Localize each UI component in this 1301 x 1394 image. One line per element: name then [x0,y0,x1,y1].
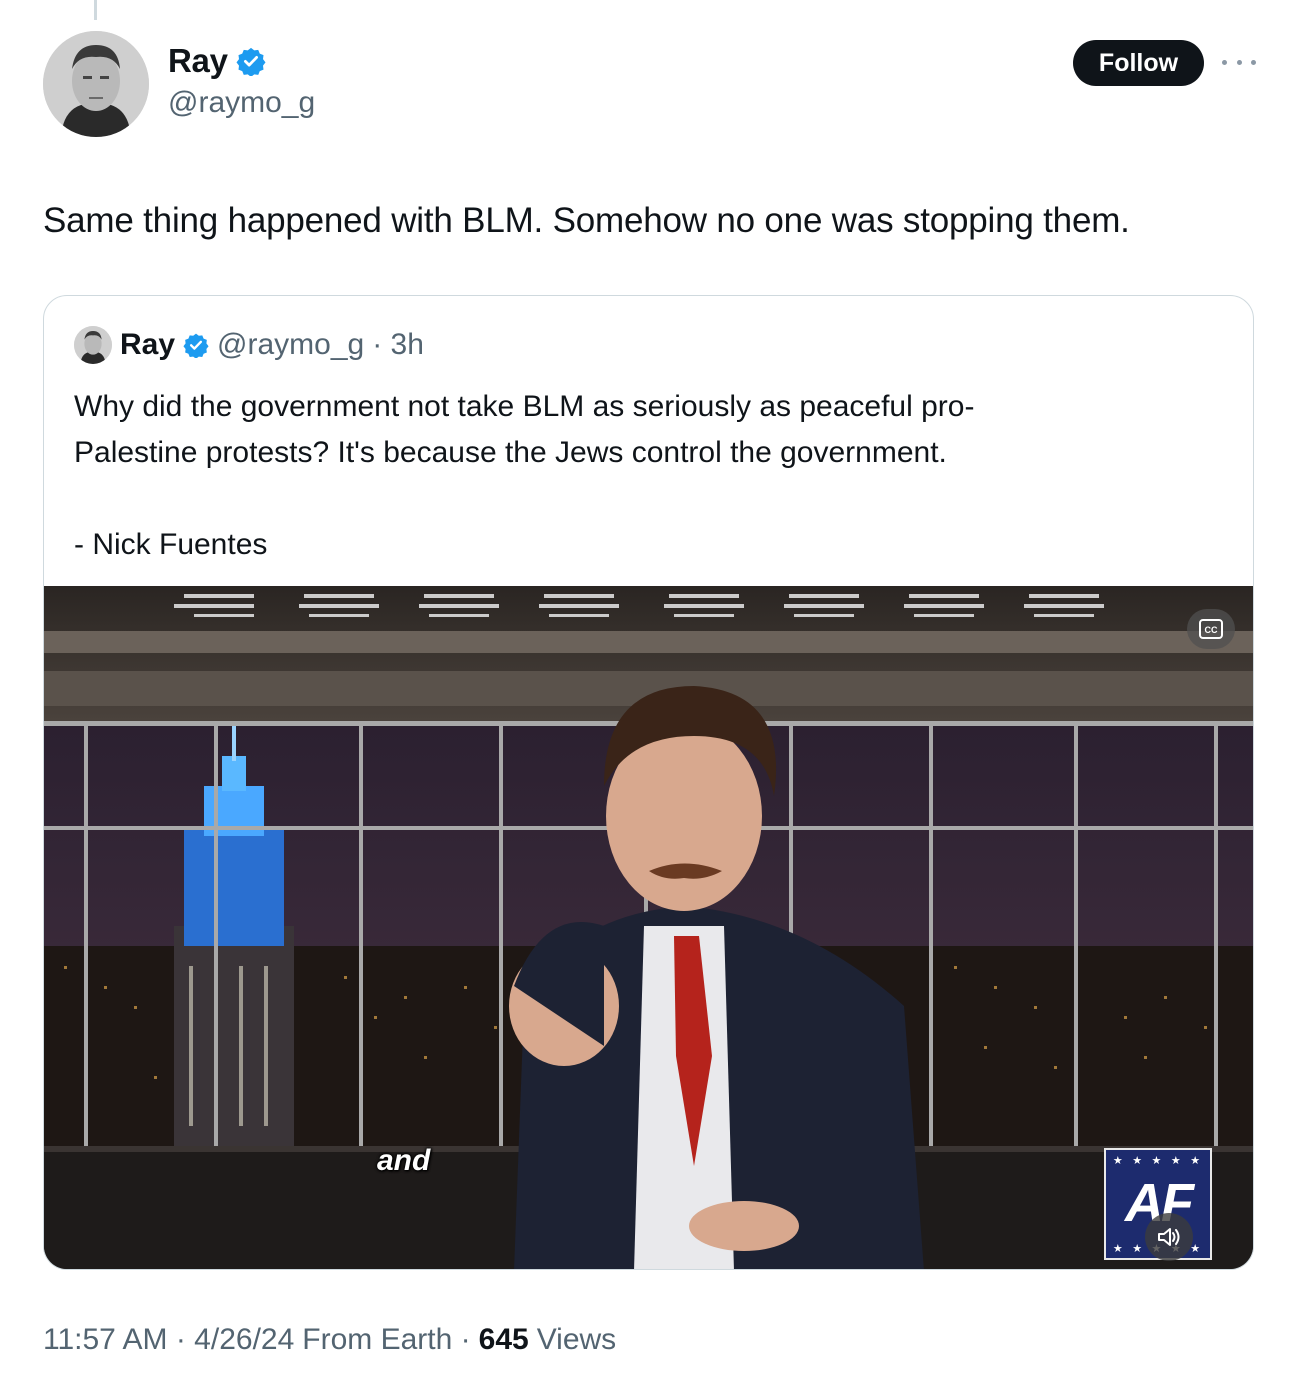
author-display-name[interactable]: Ray [168,42,228,80]
thread-connector-line [94,0,97,20]
quoted-text-line: Why did the government not take BLM as s… [74,390,975,423]
tweet-text: Same thing happened with BLM. Somehow no… [43,201,1130,240]
video-player[interactable]: and CC ★ ★ ★ ★ ★ AF ★ ★ ★ ★ ★ [44,586,1253,1269]
tweet-timestamp[interactable]: 11:57 AM · 4/26/24 [43,1323,294,1357]
tweet-metadata: 11:57 AM · 4/26/24 From Earth · 645 View… [43,1323,616,1357]
quoted-author-name: Ray [120,328,176,361]
more-horizontal-icon[interactable] [1222,50,1256,74]
quoted-tweet-time: · 3h [372,328,424,361]
quoted-author-handle: @raymo_g [217,328,365,361]
closed-captions-icon[interactable]: CC [1187,609,1235,649]
views-count: 645 [478,1323,529,1356]
video-caption-text: and [377,1144,431,1177]
quoted-tweet-card[interactable]: Ray @raymo_g · 3h Why did the government… [43,295,1254,1270]
video-frame [44,586,1253,1269]
tweet-source: From Earth · [302,1323,471,1356]
af-logo-stars-top: ★ ★ ★ ★ ★ [1112,1154,1204,1167]
svg-text:CC: CC [1205,625,1218,635]
quoted-tweet-header: Ray @raymo_g · 3h [74,326,424,364]
follow-button[interactable]: Follow [1073,40,1204,86]
quoted-text-attribution: - Nick Fuentes [74,528,268,561]
quoted-tweet-text: Why did the government not take BLM as s… [74,384,1214,568]
volume-icon[interactable] [1145,1213,1193,1261]
quoted-text-line: Palestine protests? It's because the Jew… [74,436,947,469]
author-name-row[interactable]: Ray [168,42,266,80]
views-label: Views [536,1323,617,1356]
verified-badge-icon [183,333,209,358]
avatar-image [43,31,149,137]
author-handle[interactable]: @raymo_g [168,86,315,120]
quoted-author-avatar [74,326,112,364]
verified-badge-icon[interactable] [236,46,266,76]
author-avatar[interactable] [43,31,149,137]
